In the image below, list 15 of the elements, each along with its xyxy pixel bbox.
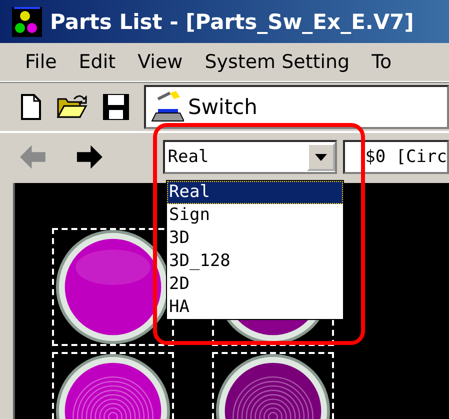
part-field[interactable]: $0 [Circ xyxy=(343,140,449,174)
dropdown-option[interactable]: Real xyxy=(167,181,343,204)
menu-item[interactable]: View xyxy=(138,51,183,73)
dropdown-option[interactable]: HA xyxy=(167,296,343,319)
menu-item[interactable]: To xyxy=(372,51,392,73)
menu-item[interactable]: Edit xyxy=(78,51,116,73)
part-type-field[interactable]: Switch xyxy=(144,85,449,129)
window-title: Parts List - [Parts_Sw_Ex_E.V7] xyxy=(50,10,414,34)
dropdown-option[interactable]: Sign xyxy=(167,204,343,227)
dropdown-option[interactable]: 3D xyxy=(167,227,343,250)
menu-item[interactable]: System Setting xyxy=(204,51,350,73)
dropdown-option[interactable]: 3D_128 xyxy=(167,250,343,273)
dropdown-option[interactable]: 2D xyxy=(167,273,343,296)
style-dropdown[interactable]: Real xyxy=(162,140,338,174)
menu-item[interactable]: File xyxy=(25,51,57,73)
